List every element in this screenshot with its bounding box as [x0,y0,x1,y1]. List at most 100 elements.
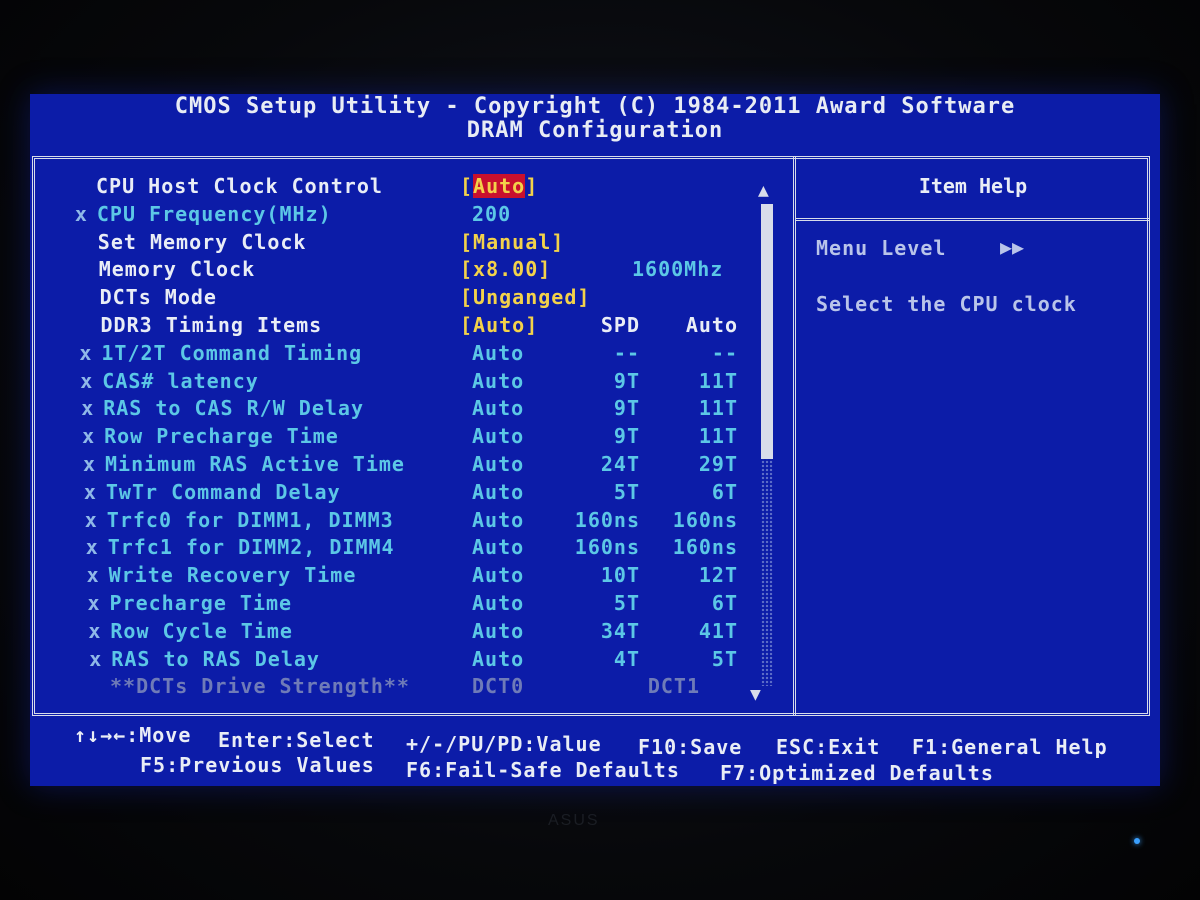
disabled-marker: x [86,563,100,588]
setting-label: 1T/2T Command Timing [101,340,363,365]
setting-label: DDR3 Timing Items [100,313,323,337]
spd-value: 10T [600,563,640,588]
disabled-marker: x [87,591,101,615]
setting-value: Auto [472,563,525,588]
help-menu-level: Menu Level [816,236,947,260]
bezel-logo: ASUS [548,812,600,829]
disabled-marker: x [88,618,102,643]
page-title: DRAM Configuration [466,118,724,143]
auto-value: 11T [698,396,738,421]
setting-label: CPU Host Clock Control [96,174,383,198]
setting-value: Auto [472,479,525,504]
setting-label: Precharge Time [109,591,293,615]
footer-move-hint: ↑↓→←:Move [74,723,192,747]
setting-value[interactable]: [x8.00] [460,257,551,281]
auto-value: 29T [698,452,738,476]
auto-value: DCT1 [647,674,700,699]
setting-value: DCT0 [472,674,525,699]
scrollbar-thumb[interactable] [761,204,773,459]
setting-label: Trfc0 for DIMM1, DIMM3 [106,507,394,532]
setting-label: CPU Frequency(MHz) [96,201,332,226]
power-led-icon [1134,838,1140,844]
setting-label: Row Precharge Time [104,424,339,449]
menu-level-arrows-icon: ▶▶ [1000,235,1025,259]
setting-label: **DCTs Drive Strength** [110,674,410,699]
panel-divider [793,156,796,716]
disabled-marker: x [84,507,98,532]
footer-general-help-hint: F1:General Help [912,735,1108,759]
setting-label: TwTr Command Delay [105,479,341,504]
disabled-marker: x [82,424,96,449]
setting-value[interactable]: [Auto] [460,174,538,198]
footer-optimized-hint: F7:Optimized Defaults [720,761,994,785]
auto-value: 11T [698,424,738,449]
setting-value: Auto [472,396,525,421]
auto-value: 160ns [672,507,738,532]
spd-value: 9T [613,424,640,449]
disabled-marker: x [83,479,97,504]
spd-value: 24T [600,452,640,476]
auto-value: 6T [711,479,738,504]
setting-label: Set Memory Clock [97,229,307,254]
spd-value: 5T [613,479,640,504]
help-description: Select the CPU clock [816,292,1077,316]
disabled-marker: x [83,452,97,476]
spd-value: 9T [613,368,640,393]
spd-value: -- [613,340,640,365]
auto-value: 5T [711,646,738,671]
disabled-marker: x [80,368,94,393]
setting-value: Auto [472,424,525,449]
setting-label: Trfc1 for DIMM2, DIMM4 [107,535,395,560]
spd-value: 9T [613,396,640,421]
setting-value: Auto [472,591,525,615]
bios-screen: CMOS Setup Utility - Copyright (C) 1984-… [30,94,1160,786]
footer-save-hint: F10:Save [638,735,743,759]
setting-value: Auto [472,507,525,532]
spd-value: 5T [613,591,640,615]
setting-value: Auto [472,368,525,393]
scroll-up-icon[interactable]: ▲ [758,180,769,201]
setting-label: DCTs Mode [99,285,217,310]
setting-value: Auto [472,646,525,671]
setting-value: 200 [472,201,512,226]
window-title: CMOS Setup Utility - Copyright (C) 1984-… [174,94,1016,119]
disabled-marker: x [89,646,103,671]
setting-label: Minimum RAS Active Time [105,452,405,476]
footer-failsafe-hint: F6:Fail-Safe Defaults [406,758,680,782]
auto-value: 41T [698,618,738,643]
auto-value: 11T [698,368,738,393]
spd-value: SPD [600,313,640,337]
setting-label: RAS to RAS Delay [111,646,320,671]
setting-value[interactable]: [Manual] [460,230,564,254]
setting-label: Row Cycle Time [110,618,293,643]
spd-value: 34T [600,618,640,643]
auto-value: -- [711,340,738,365]
auto-value: 12T [698,563,738,588]
auto-value: Auto [685,313,738,337]
item-help-title: Item Help [918,174,1028,198]
footer-previous-hint: F5:Previous Values [140,753,375,777]
setting-label: RAS to CAS R/W Delay [103,396,365,421]
setting-label: Memory Clock [98,257,256,282]
scroll-down-icon[interactable]: ▼ [750,684,761,705]
footer-exit-hint: ESC:Exit [776,735,881,759]
disabled-marker: x [81,396,95,421]
spd-value: 4T [613,646,640,671]
spd-value: 160ns [574,507,640,532]
setting-value: Auto [472,535,525,560]
setting-value[interactable]: [Unganged] [460,285,590,309]
setting-label: Write Recovery Time [108,563,357,588]
setting-label: CAS# latency [102,368,259,393]
disabled-marker: x [85,535,99,560]
disabled-marker: x [79,340,93,365]
disabled-marker: x [74,201,88,226]
spd-value: 160ns [574,535,640,560]
help-title-divider [796,218,1150,224]
setting-value: Auto [472,340,525,365]
monitor-bezel: ASUS CMOS Setup Utility - Copyright (C) … [0,0,1200,900]
auto-value: 160ns [672,535,738,560]
footer-value-hint: +/-/PU/PD:Value [406,732,602,756]
setting-value: Auto [472,618,525,643]
setting-value[interactable]: [Auto] [460,313,538,337]
memory-clock-frequency: 1600Mhz [632,257,724,282]
